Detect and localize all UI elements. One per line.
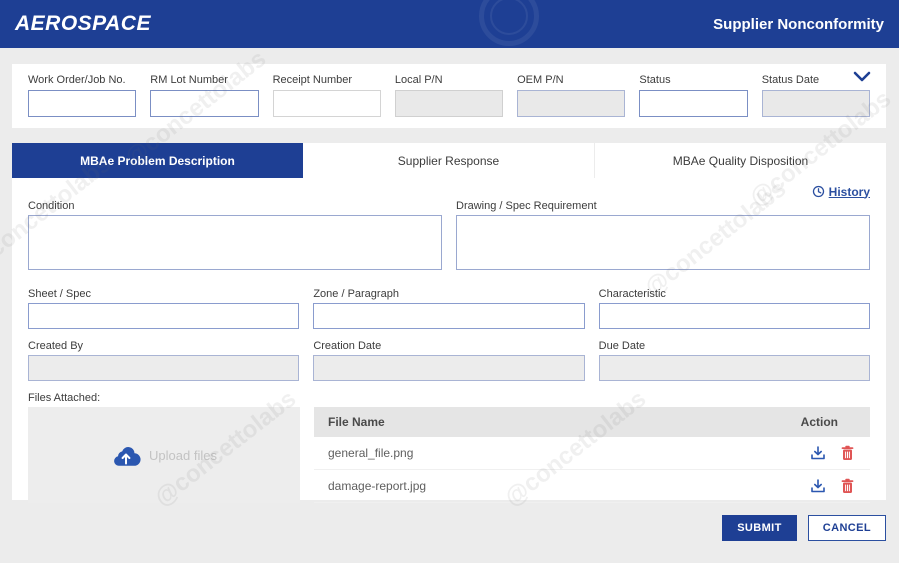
emblem-watermark-icon: [479, 0, 539, 46]
delete-icon[interactable]: [840, 478, 856, 494]
file-table-header: File Name Action: [314, 407, 870, 437]
local-pn-input: [395, 90, 503, 117]
condition-textarea[interactable]: [28, 215, 442, 270]
field-label: Work Order/Job No.: [28, 74, 136, 86]
rm-lot-input[interactable]: [150, 90, 258, 117]
drawing-spec-label: Drawing / Spec Requirement: [456, 200, 870, 215]
clock-icon: [812, 185, 825, 198]
due-date-label: Due Date: [599, 340, 870, 355]
col-action: Action: [801, 415, 856, 429]
chevron-up-collapse-icon[interactable]: [852, 69, 872, 85]
filter-panel: Work Order/Job No. RM Lot Number Receipt…: [12, 64, 886, 128]
creation-date-input: [313, 355, 584, 381]
status-input[interactable]: [639, 90, 747, 117]
field-receipt-number: Receipt Number: [273, 74, 381, 128]
file-name: general_file.png: [328, 446, 413, 460]
due-date-input: [599, 355, 870, 381]
status-date-input: [762, 90, 870, 117]
col-file-name: File Name: [328, 415, 385, 429]
history-label: History: [829, 185, 870, 199]
app-header: AEROSPACE Supplier Nonconformity: [0, 0, 899, 48]
characteristic-label: Characteristic: [599, 288, 870, 303]
field-status: Status: [639, 74, 747, 128]
characteristic-input[interactable]: [599, 303, 870, 329]
file-row: damage-report.jpg: [314, 470, 870, 503]
tab-problem-description[interactable]: MBAe Problem Description: [12, 143, 303, 178]
field-rm-lot: RM Lot Number: [150, 74, 258, 128]
file-table: File Name Action general_file.png damage…: [314, 407, 870, 503]
brand-logo: AEROSPACE: [15, 12, 151, 36]
files-attached-label: Files Attached:: [28, 392, 870, 407]
oem-pn-input: [517, 90, 625, 117]
upload-dropzone[interactable]: Upload files: [28, 407, 300, 503]
condition-label: Condition: [28, 200, 442, 215]
file-row: general_file.png: [314, 437, 870, 470]
work-order-input[interactable]: [28, 90, 136, 117]
tab-quality-disposition[interactable]: MBAe Quality Disposition: [595, 143, 886, 178]
submit-button[interactable]: SUBMIT: [722, 515, 797, 541]
zone-paragraph-label: Zone / Paragraph: [313, 288, 584, 303]
field-label: Receipt Number: [273, 74, 381, 86]
download-icon[interactable]: [810, 445, 826, 461]
drawing-spec-textarea[interactable]: [456, 215, 870, 270]
delete-icon[interactable]: [840, 445, 856, 461]
file-name: damage-report.jpg: [328, 479, 426, 493]
page-title: Supplier Nonconformity: [713, 16, 884, 33]
field-label: OEM P/N: [517, 74, 625, 86]
field-label: Status: [639, 74, 747, 86]
field-label: RM Lot Number: [150, 74, 258, 86]
problem-description-panel: History Condition Drawing / Spec Require…: [12, 178, 886, 500]
field-work-order: Work Order/Job No.: [28, 74, 136, 128]
receipt-number-input[interactable]: [273, 90, 381, 117]
field-label: Local P/N: [395, 74, 503, 86]
history-link[interactable]: History: [812, 183, 870, 200]
download-icon[interactable]: [810, 478, 826, 494]
field-oem-pn: OEM P/N: [517, 74, 625, 128]
action-bar: SUBMIT CANCEL: [722, 515, 886, 541]
sheet-spec-input[interactable]: [28, 303, 299, 329]
field-local-pn: Local P/N: [395, 74, 503, 128]
cancel-button[interactable]: CANCEL: [808, 515, 886, 541]
sheet-spec-label: Sheet / Spec: [28, 288, 299, 303]
tab-bar: MBAe Problem Description Supplier Respon…: [12, 143, 886, 178]
created-by-input: [28, 355, 299, 381]
created-by-label: Created By: [28, 340, 299, 355]
upload-label: Upload files: [149, 448, 217, 463]
zone-paragraph-input[interactable]: [313, 303, 584, 329]
tab-supplier-response[interactable]: Supplier Response: [303, 143, 595, 178]
creation-date-label: Creation Date: [313, 340, 584, 355]
cloud-upload-icon: [111, 444, 141, 466]
